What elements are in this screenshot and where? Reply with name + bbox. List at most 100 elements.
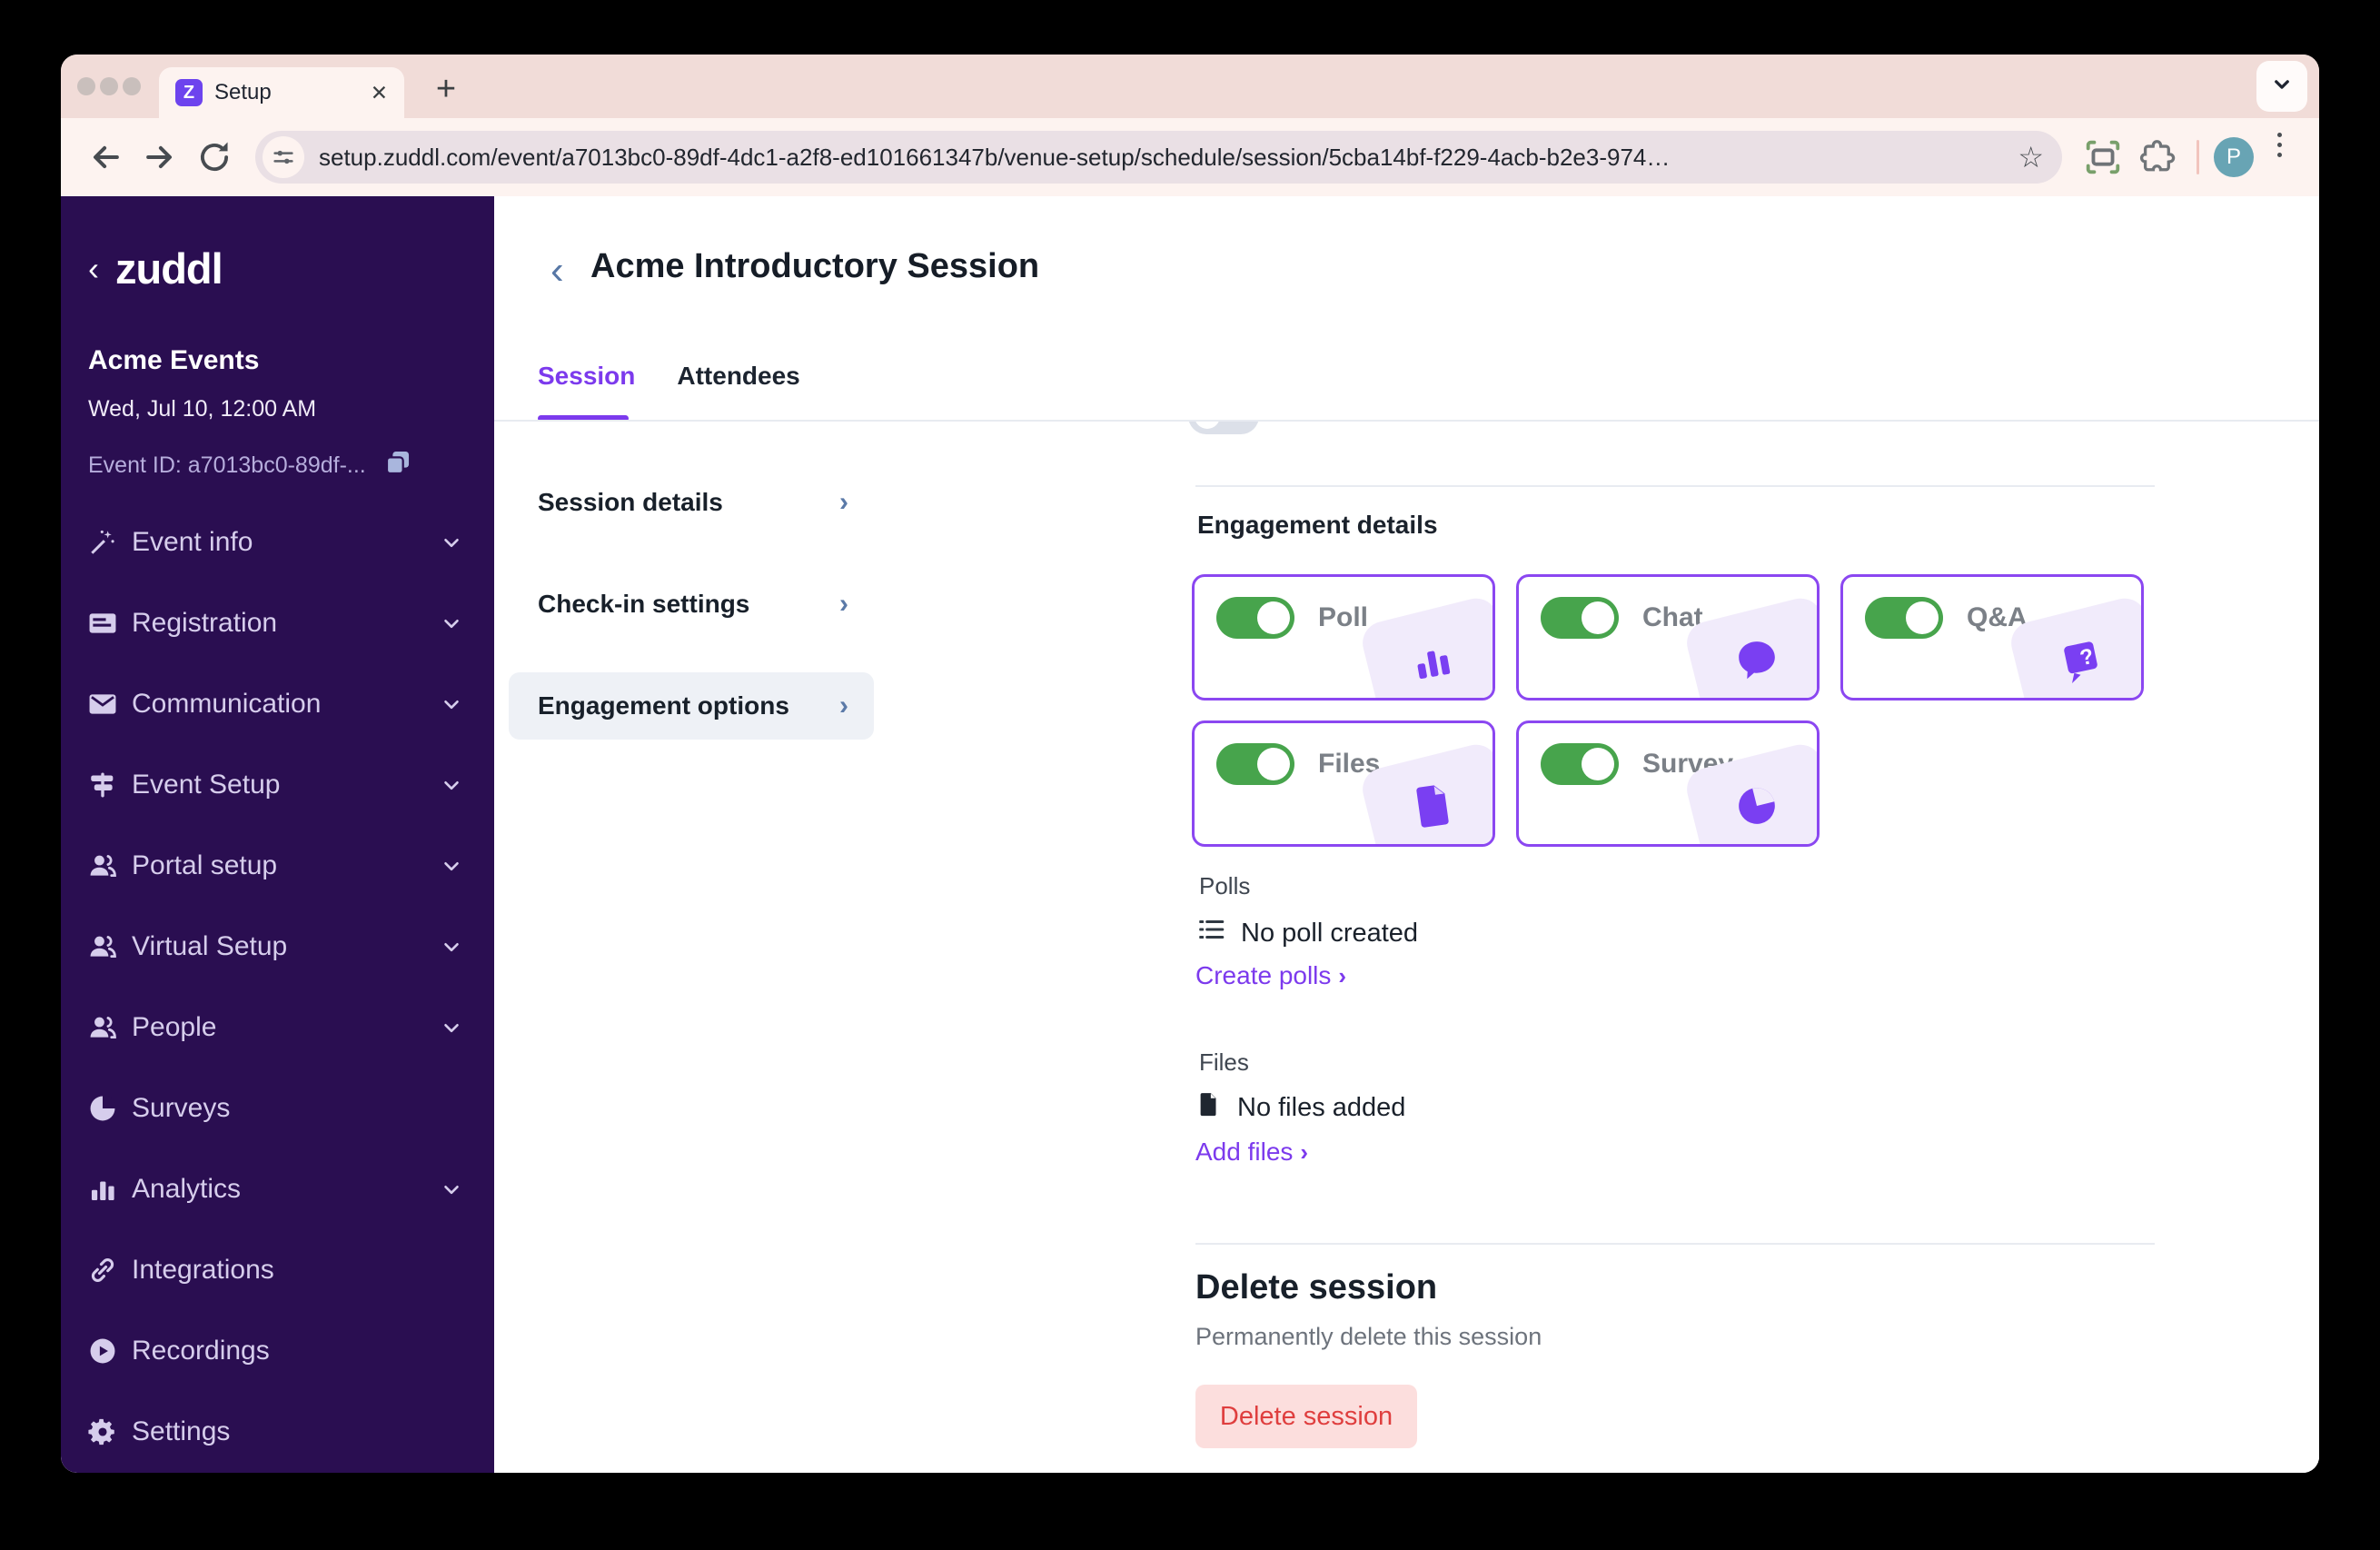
chevron-right-icon: ›: [839, 691, 848, 720]
create-polls-link[interactable]: Create polls ›: [1195, 961, 1346, 990]
envelope-icon: [84, 689, 121, 720]
poll-toggle[interactable]: [1216, 597, 1294, 639]
chevron-down-icon: [440, 854, 463, 878]
subnav-engagement-options[interactable]: Engagement options ›: [509, 672, 874, 740]
subnav-label: Session details: [538, 488, 723, 516]
extensions-puzzle-icon[interactable]: [2133, 133, 2182, 182]
sidebar-item-virtual-setup[interactable]: Virtual Setup: [61, 906, 494, 987]
close-tab-icon[interactable]: ✕: [371, 81, 388, 105]
sidebar-item-event-info[interactable]: Event info: [61, 502, 494, 582]
chevron-right-icon: ›: [1338, 961, 1347, 989]
screenshot-canvas: Z Setup ✕ + setup.zuddl.com/event/a7013b…: [0, 0, 2380, 1550]
card-label: Poll: [1318, 602, 1369, 632]
reload-button[interactable]: [190, 133, 239, 182]
subnav-check-in-settings[interactable]: Check-in settings ›: [509, 571, 874, 638]
collapse-sidebar-icon[interactable]: ‹: [88, 252, 99, 285]
copy-icon[interactable]: [382, 447, 413, 484]
person-icon: [84, 931, 121, 962]
sidebar-item-people[interactable]: People: [61, 987, 494, 1068]
browser-tab[interactable]: Z Setup ✕: [159, 67, 404, 118]
site-info-icon[interactable]: [263, 136, 304, 178]
sidebar-item-label: Registration: [132, 607, 278, 638]
chevron-down-icon: [440, 531, 463, 554]
tab-session[interactable]: Session: [538, 362, 635, 391]
sidebar-item-portal-setup[interactable]: Portal setup: [61, 825, 494, 906]
chevron-down-icon: [440, 1177, 463, 1201]
sidebar-item-label: Virtual Setup: [132, 930, 288, 961]
tab-capture-icon[interactable]: [2078, 133, 2127, 182]
sidebar-item-surveys[interactable]: Surveys: [61, 1068, 494, 1148]
files-toggle[interactable]: [1216, 743, 1294, 785]
files-empty-row: No files added: [1195, 1090, 1405, 1125]
tab-attendees[interactable]: Attendees: [677, 362, 799, 391]
chat-toggle[interactable]: [1541, 597, 1619, 639]
sidebar-item-recordings[interactable]: Recordings: [61, 1310, 494, 1391]
sidebar-item-label: Recordings: [132, 1335, 270, 1366]
bar-chart-icon: [84, 1174, 121, 1205]
window-controls: [77, 77, 141, 95]
tab-title: Setup: [214, 80, 272, 104]
maximize-window-button[interactable]: [123, 77, 141, 95]
web-page: ‹ zuddl Acme Events Wed, Jul 10, 12:00 A…: [61, 196, 2319, 1473]
add-files-link[interactable]: Add files ›: [1195, 1138, 1308, 1167]
poll-bars-icon: [1417, 651, 1451, 680]
event-name: Acme Events: [88, 345, 260, 375]
sidebar-item-integrations[interactable]: Integrations: [61, 1229, 494, 1310]
sidebar-item-label: Portal setup: [132, 850, 278, 880]
chevron-down-icon: [440, 773, 463, 797]
sidebar-item-analytics[interactable]: Analytics: [61, 1148, 494, 1229]
minimize-window-button[interactable]: [100, 77, 118, 95]
chevron-down-icon: [440, 611, 463, 635]
chevron-right-icon: ›: [839, 589, 848, 619]
event-id-row: Event ID: a7013bc0-89df-...: [88, 447, 413, 484]
browser-toolbar: setup.zuddl.com/event/a7013bc0-89df-4dc1…: [61, 118, 2319, 196]
sidebar-item-registration[interactable]: Registration: [61, 582, 494, 663]
sidebar-item-label: Analytics: [132, 1173, 242, 1204]
back-button[interactable]: [81, 133, 130, 182]
polls-empty-text: No poll created: [1241, 918, 1419, 948]
person-icon: [84, 1012, 121, 1043]
poll-card: Poll: [1192, 574, 1495, 700]
zuddl-logo[interactable]: ‹ zuddl: [88, 243, 223, 293]
survey-pie-icon: [1739, 788, 1775, 824]
page-title: Acme Introductory Session: [590, 247, 1040, 285]
subnav-session-details[interactable]: Session details ›: [509, 469, 874, 536]
back-chevron-icon[interactable]: ‹: [550, 251, 564, 291]
close-window-button[interactable]: [77, 77, 95, 95]
sidebar: ‹ zuddl Acme Events Wed, Jul 10, 12:00 A…: [61, 196, 494, 1473]
browser-menu-icon[interactable]: [2259, 133, 2299, 182]
event-id-text: Event ID: a7013bc0-89df-...: [88, 452, 366, 478]
link-icon: [84, 1255, 121, 1286]
zuddl-favicon-icon: Z: [175, 79, 203, 106]
survey-toggle[interactable]: [1541, 743, 1619, 785]
polls-empty-row: No poll created: [1195, 914, 1418, 952]
person-icon: [84, 850, 121, 881]
sidebar-item-communication[interactable]: Communication: [61, 663, 494, 744]
browser-window: Z Setup ✕ + setup.zuddl.com/event/a7013b…: [61, 55, 2319, 1473]
document-icon: [1195, 1090, 1223, 1125]
sidebar-item-label: Surveys: [132, 1092, 231, 1123]
files-empty-text: No files added: [1237, 1092, 1406, 1122]
delete-session-subtitle: Permanently delete this session: [1195, 1323, 1542, 1350]
profile-avatar[interactable]: P: [2214, 137, 2254, 177]
pie-chart-icon: [84, 1093, 121, 1124]
sidebar-item-settings[interactable]: Settings: [61, 1391, 494, 1472]
form-card-icon: [84, 608, 121, 639]
gear-icon: [84, 1416, 121, 1447]
url-bar[interactable]: setup.zuddl.com/event/a7013bc0-89df-4dc1…: [255, 131, 2062, 184]
delete-session-button[interactable]: Delete session: [1195, 1385, 1417, 1448]
engagement-details-heading: Engagement details: [1197, 511, 1438, 539]
session-subnav: Session details › Check-in settings › En…: [509, 469, 874, 774]
tab-search-button[interactable]: [2256, 61, 2307, 112]
bookmark-star-icon[interactable]: ☆: [2018, 140, 2044, 174]
chevron-down-icon: [2268, 71, 2296, 103]
forward-button[interactable]: [135, 133, 184, 182]
new-tab-button[interactable]: +: [422, 65, 470, 113]
qa-toggle[interactable]: [1865, 597, 1943, 639]
event-date: Wed, Jul 10, 12:00 AM: [88, 396, 317, 422]
scrolled-toggle-sliver: [1188, 422, 1259, 434]
qa-card: Q&A ?: [1840, 574, 2144, 700]
chevron-down-icon: [440, 1016, 463, 1039]
toolbar-divider: [2197, 140, 2199, 174]
sidebar-item-event-setup[interactable]: Event Setup: [61, 744, 494, 825]
